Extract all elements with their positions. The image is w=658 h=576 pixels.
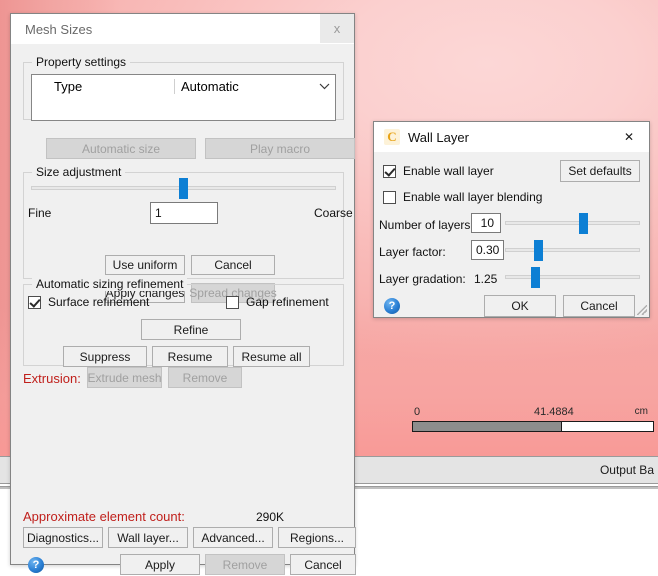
size-value-input[interactable]: 1 xyxy=(150,202,218,224)
enable-wall-layer-blending-checkbox[interactable]: Enable wall layer blending xyxy=(383,190,542,204)
c-logo-icon: C xyxy=(384,129,400,145)
scale-bar-labels: 0 41.4884 cm xyxy=(412,406,654,421)
checkbox-box xyxy=(383,164,396,178)
enable-wall-layer-blending-label: Enable wall layer blending xyxy=(403,190,543,204)
ok-button[interactable]: OK xyxy=(484,295,556,317)
set-defaults-button[interactable]: Set defaults xyxy=(560,160,640,182)
number-of-layers-slider[interactable] xyxy=(505,213,640,234)
scale-bar-unit-label: cm xyxy=(634,406,648,417)
property-type-key: Type xyxy=(54,78,83,94)
layer-factor-slider[interactable] xyxy=(505,240,640,261)
remove-button[interactable]: Remove xyxy=(205,554,285,575)
chevron-down-icon[interactable] xyxy=(313,83,335,90)
number-of-layers-label: Number of layers: xyxy=(379,218,474,232)
surface-refinement-label: Surface refinement xyxy=(48,295,150,309)
slider-track xyxy=(505,221,640,225)
layer-factor-input[interactable]: 0.30 xyxy=(471,240,504,260)
mesh-sizes-dialog[interactable]: Mesh Sizes x Property settings Type Auto… xyxy=(10,13,356,575)
property-type-value[interactable]: Automatic xyxy=(174,78,313,94)
play-macro-button[interactable]: Play macro xyxy=(205,138,355,159)
gap-refinement-checkbox[interactable]: Gap refinement xyxy=(226,295,329,309)
resume-button[interactable]: Resume xyxy=(152,346,228,367)
fine-label: Fine xyxy=(28,206,52,220)
cancel-button[interactable]: Cancel xyxy=(290,554,356,575)
help-icon[interactable]: ? xyxy=(384,298,400,314)
layer-factor-label: Layer factor: xyxy=(379,245,446,259)
help-icon[interactable]: ? xyxy=(28,557,44,573)
mesh-sizes-titlebar[interactable]: Mesh Sizes x xyxy=(11,14,354,44)
wall-cancel-button[interactable]: Cancel xyxy=(563,295,635,317)
apply-button[interactable]: Apply xyxy=(120,554,200,575)
slider-track xyxy=(505,275,640,279)
scale-bar-fill xyxy=(413,422,562,431)
automatic-sizing-refinement-title: Automatic sizing refinement xyxy=(32,277,188,291)
scale-bar: 0 41.4884 cm xyxy=(412,406,654,432)
advanced-button[interactable]: Advanced... xyxy=(193,527,273,548)
slider-track xyxy=(505,248,640,252)
close-icon[interactable]: x xyxy=(320,14,354,43)
scale-bar-mid-label: 41.4884 xyxy=(534,406,574,418)
output-bar-label: Output Ba xyxy=(599,463,654,477)
wall-layer-body: Enable wall layer Set defaults Enable wa… xyxy=(374,152,649,317)
layer-gradation-label: Layer gradation: xyxy=(379,272,466,286)
surface-refinement-checkbox[interactable]: Surface refinement xyxy=(28,295,149,309)
slider-thumb[interactable] xyxy=(179,178,188,199)
wall-layer-title: Wall Layer xyxy=(408,129,469,145)
checkbox-box xyxy=(28,295,41,309)
element-count-value: 290K xyxy=(256,510,285,524)
resize-grip-icon[interactable] xyxy=(637,305,647,315)
checkbox-box xyxy=(226,295,239,309)
property-settings-table[interactable]: Type Automatic xyxy=(31,74,336,121)
enable-wall-layer-checkbox[interactable]: Enable wall layer xyxy=(383,164,494,178)
element-count-label: Approximate element count: xyxy=(23,509,185,524)
size-adjustment-title: Size adjustment xyxy=(32,165,126,179)
property-settings-title: Property settings xyxy=(32,55,131,69)
automatic-size-button[interactable]: Automatic size xyxy=(46,138,196,159)
layer-gradation-slider[interactable] xyxy=(505,267,640,288)
slider-thumb[interactable] xyxy=(579,213,589,234)
wall-layer-titlebar[interactable]: C Wall Layer ✕ xyxy=(374,122,649,152)
close-icon[interactable]: ✕ xyxy=(609,122,649,151)
mesh-sizes-body: Property settings Type Automatic Automat… xyxy=(11,44,356,575)
slider-thumb[interactable] xyxy=(533,240,543,261)
checkbox-box xyxy=(383,190,396,204)
extrude-mesh-button[interactable]: Extrude mesh xyxy=(87,367,162,388)
use-uniform-button[interactable]: Use uniform xyxy=(105,255,185,275)
refine-button[interactable]: Refine xyxy=(141,319,241,340)
mesh-sizes-title: Mesh Sizes xyxy=(25,21,93,37)
enable-wall-layer-label: Enable wall layer xyxy=(403,164,494,178)
wall-layer-dialog[interactable]: C Wall Layer ✕ Enable wall layer Set def… xyxy=(373,121,650,318)
scale-bar-min-label: 0 xyxy=(414,406,421,418)
suppress-button[interactable]: Suppress xyxy=(63,346,147,367)
layer-gradation-value: 1.25 xyxy=(474,272,498,286)
size-cancel-button[interactable]: Cancel xyxy=(191,255,275,275)
resume-all-button[interactable]: Resume all xyxy=(233,346,310,367)
slider-thumb[interactable] xyxy=(531,267,541,288)
extrusion-remove-button[interactable]: Remove xyxy=(168,367,242,388)
diagnostics-button[interactable]: Diagnostics... xyxy=(23,527,103,548)
size-adjustment-slider[interactable] xyxy=(31,178,336,199)
regions-button[interactable]: Regions... xyxy=(278,527,356,548)
extrusion-label: Extrusion: xyxy=(23,371,81,386)
number-of-layers-input[interactable]: 10 xyxy=(471,213,501,233)
table-row[interactable]: Type Automatic xyxy=(32,75,335,97)
scale-bar-track xyxy=(412,421,654,432)
gap-refinement-label: Gap refinement xyxy=(246,295,329,309)
wall-layer-button[interactable]: Wall layer... xyxy=(108,527,188,548)
coarse-label: Coarse xyxy=(314,206,353,220)
